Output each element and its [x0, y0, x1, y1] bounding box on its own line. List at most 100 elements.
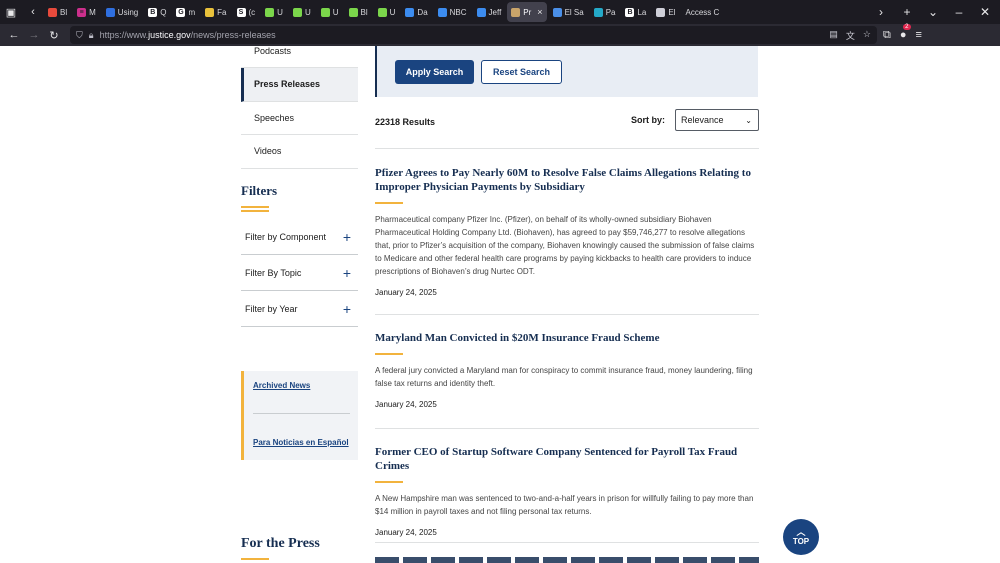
back-icon[interactable]: ←	[4, 29, 24, 41]
scroll-tabs-left-icon[interactable]: ‹	[22, 0, 44, 24]
browser-tab[interactable]: Jeff	[473, 2, 506, 22]
browser-tab[interactable]: Access C	[682, 2, 724, 22]
article-title-link[interactable]: Former CEO of Startup Software Company S…	[375, 445, 759, 473]
browser-tab[interactable]: Pa	[590, 2, 620, 22]
browser-tab[interactable]: Da	[401, 2, 431, 22]
reader-view-icon[interactable]: ▤	[829, 29, 838, 42]
tab-label: El Sa	[564, 7, 584, 17]
forward-icon[interactable]: →	[24, 29, 44, 41]
reset-search-button[interactable]: Reset Search	[481, 60, 562, 84]
browser-tab[interactable]: Fa	[201, 2, 230, 22]
sidebar-item-label: Speeches	[254, 112, 295, 123]
press-accent-line	[241, 558, 269, 560]
tab-label: Bl	[60, 7, 68, 17]
sidebar-item-label: Videos	[254, 146, 282, 157]
filter-by-component[interactable]: Filter by Component +	[241, 219, 358, 255]
sidebar-item-videos[interactable]: Videos	[241, 135, 358, 169]
extensions-icon[interactable]: ⧉	[883, 29, 891, 42]
spanish-news-link[interactable]: Para Noticias en Español	[253, 438, 349, 447]
tab-label: Using	[117, 7, 139, 17]
tab-label: Jeff	[488, 7, 502, 17]
expand-plus-icon[interactable]: +	[343, 266, 351, 280]
top-label: TOP	[792, 537, 810, 546]
browser-tab[interactable]: U	[317, 2, 343, 22]
list-all-tabs-icon[interactable]: ⌄	[926, 5, 940, 19]
url-text: https://www.justice.gov/news/press-relea…	[99, 30, 276, 40]
scroll-tabs-right-icon[interactable]: ›	[874, 5, 888, 19]
article-date: January 24, 2025	[375, 528, 437, 537]
sidebar-item-speeches[interactable]: Speeches	[241, 102, 358, 135]
next-article-title-cutoff	[375, 557, 759, 563]
article-accent	[375, 202, 403, 204]
tab-label: Pr	[523, 7, 532, 17]
tab-label: El	[668, 7, 676, 17]
filter-by-year[interactable]: Filter by Year +	[241, 291, 358, 327]
notifications-icon[interactable]: ● 2	[900, 24, 911, 41]
back-to-top-button[interactable]: ︿ TOP	[783, 519, 819, 555]
browser-tab[interactable]: NBC	[434, 2, 471, 22]
article-title-link[interactable]: Maryland Man Convicted in $20M Insurance…	[375, 331, 759, 345]
tab-favicon-icon	[593, 7, 603, 17]
article-accent	[375, 353, 403, 355]
reload-icon[interactable]: ↻	[44, 29, 64, 42]
url-bar[interactable]: ⛉ 🔒︎ https://www.justice.gov/news/press-…	[70, 26, 877, 44]
url-actions: ▤ 文 ☆	[829, 29, 871, 42]
expand-plus-icon[interactable]: +	[343, 230, 351, 244]
article-summary: A New Hampshire man was sentenced to two…	[375, 494, 754, 516]
sidebar-item-press-releases[interactable]: Press Releases	[241, 68, 358, 102]
expand-plus-icon[interactable]: +	[343, 302, 351, 316]
lock-icon[interactable]: 🔒︎	[89, 30, 94, 41]
sidebar-nav: Podcasts Press Releases Speeches Videos	[241, 46, 358, 169]
translate-icon[interactable]: 文	[846, 29, 855, 42]
browser-tab[interactable]: S (c	[233, 2, 260, 22]
divider	[375, 542, 759, 543]
tab-label: Fa	[217, 7, 227, 17]
browser-tab[interactable]: U	[374, 2, 400, 22]
divider	[253, 413, 350, 414]
article-accent	[375, 481, 403, 483]
close-window-icon[interactable]: ✕	[978, 5, 992, 19]
results-count: 22318 Results	[375, 117, 436, 127]
browser-tab[interactable]: Gm	[172, 2, 199, 22]
browser-tab[interactable]: B La	[621, 2, 650, 22]
apply-search-button[interactable]: Apply Search	[395, 60, 474, 84]
filters-accent-line	[241, 206, 269, 208]
filter-label: Filter by Component	[245, 231, 327, 242]
tab-overview-icon[interactable]: ▣	[0, 0, 22, 24]
browser-tab[interactable]: U	[289, 2, 315, 22]
browser-tab[interactable]: Using	[102, 2, 142, 22]
tab-label: Bl	[360, 7, 368, 17]
new-tab-icon[interactable]: +	[900, 5, 914, 19]
browser-tab[interactable]: Pr ×	[507, 2, 547, 22]
tab-favicon-icon	[405, 7, 415, 17]
article-item: Maryland Man Convicted in $20M Insurance…	[375, 331, 759, 409]
archive-links-box: Archived News Para Noticias en Español	[241, 371, 358, 460]
browser-tab[interactable]: ≡ M	[73, 2, 100, 22]
tab-favicon-icon	[377, 7, 387, 17]
tab-favicon-icon	[476, 7, 486, 17]
sidebar-item-podcasts[interactable]: Podcasts	[241, 46, 358, 68]
navigation-bar: ← → ↻ ⛉ 🔒︎ https://www.justice.gov/news/…	[0, 24, 1000, 46]
tab-favicon-icon	[320, 7, 330, 17]
sort-select[interactable]: Relevance ⌄	[675, 109, 759, 131]
archived-news-link[interactable]: Archived News	[253, 381, 310, 390]
menu-icon[interactable]: ≡	[916, 29, 922, 41]
browser-tab[interactable]: Bl	[345, 2, 372, 22]
browser-tab[interactable]: U	[261, 2, 287, 22]
tab-favicon-icon	[437, 7, 447, 17]
browser-tab[interactable]: El	[652, 2, 679, 22]
minimize-icon[interactable]: –	[952, 5, 966, 19]
article-item: Former CEO of Startup Software Company S…	[375, 445, 759, 537]
browser-tab[interactable]: El Sa	[549, 2, 588, 22]
tab-favicon-icon	[105, 7, 115, 17]
tab-bar: ▣ ‹ Bl ≡ M Using B Q Gm Fa S (c U U U Bl U Da NBC Jeff Pr ×…	[0, 0, 1000, 24]
browser-tab[interactable]: Bl	[44, 2, 71, 22]
bookmark-star-icon[interactable]: ☆	[863, 29, 871, 42]
article-title-link[interactable]: Pfizer Agrees to Pay Nearly 60M to Resol…	[375, 166, 759, 194]
filters-accent-line-2	[241, 210, 269, 212]
close-tab-icon[interactable]: ×	[537, 7, 542, 17]
browser-tab[interactable]: BQ	[144, 2, 170, 22]
filter-label: Filter By Topic	[245, 267, 302, 278]
shield-icon[interactable]: ⛉	[76, 30, 83, 41]
filter-by-topic[interactable]: Filter By Topic +	[241, 255, 358, 291]
